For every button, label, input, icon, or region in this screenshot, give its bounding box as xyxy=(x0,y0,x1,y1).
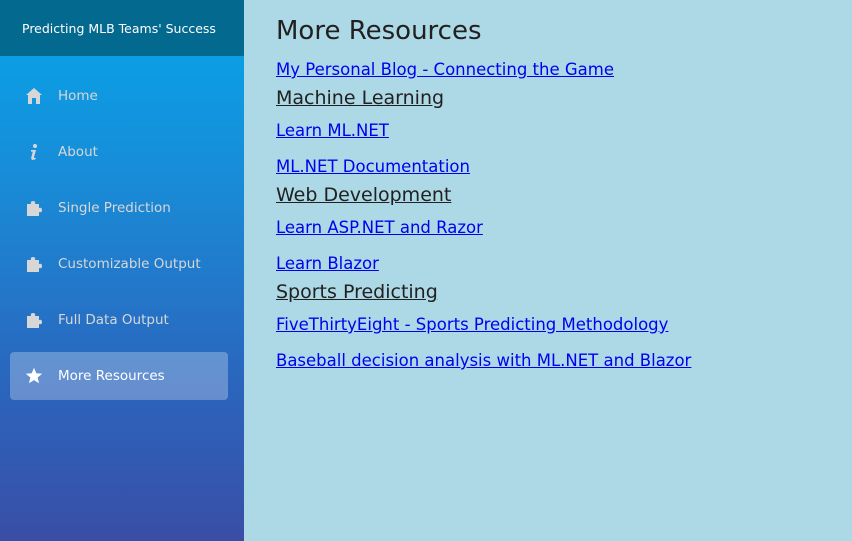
sidebar-item-about[interactable]: About xyxy=(10,128,228,176)
nav-menu: Home About Single Prediction Customizabl… xyxy=(0,56,244,400)
mlnet-docs-link[interactable]: ML.NET Documentation xyxy=(276,157,852,176)
blog-link[interactable]: My Personal Blog - Connecting the Game xyxy=(276,60,852,79)
app-root: Predicting MLB Teams' Success Home About xyxy=(0,0,852,541)
puzzle-icon xyxy=(24,198,44,218)
main-content: More Resources My Personal Blog - Connec… xyxy=(244,0,852,541)
page-title: More Resources xyxy=(276,16,482,46)
sidebar-item-customizable-output[interactable]: Customizable Output xyxy=(10,240,228,288)
app-title[interactable]: Predicting MLB Teams' Success xyxy=(22,21,216,36)
puzzle-icon xyxy=(24,254,44,274)
sidebar-item-label: Single Prediction xyxy=(58,200,171,216)
learn-mlnet-link[interactable]: Learn ML.NET xyxy=(276,121,852,140)
section-heading-machine-learning: Machine Learning xyxy=(276,87,445,109)
sidebar-item-label: More Resources xyxy=(58,368,165,384)
sidebar-item-label: Full Data Output xyxy=(58,312,169,328)
learn-aspnet-razor-link[interactable]: Learn ASP.NET and Razor xyxy=(276,218,852,237)
sidebar-item-label: Customizable Output xyxy=(58,256,201,272)
sidebar-item-single-prediction[interactable]: Single Prediction xyxy=(10,184,228,232)
sidebar-item-label: Home xyxy=(58,88,98,104)
baseball-analysis-link[interactable]: Baseball decision analysis with ML.NET a… xyxy=(276,351,852,370)
section-heading-web-development: Web Development xyxy=(276,184,452,206)
section-heading-sports-predicting: Sports Predicting xyxy=(276,281,438,303)
learn-blazor-link[interactable]: Learn Blazor xyxy=(276,254,852,273)
info-icon xyxy=(24,142,44,162)
sidebar-item-full-data-output[interactable]: Full Data Output xyxy=(10,296,228,344)
sidebar-item-more-resources[interactable]: More Resources xyxy=(10,352,228,400)
brand-bar: Predicting MLB Teams' Success xyxy=(0,0,244,56)
star-icon xyxy=(24,366,44,386)
sidebar: Predicting MLB Teams' Success Home About xyxy=(0,0,244,541)
fivethirtyeight-link[interactable]: FiveThirtyEight - Sports Predicting Meth… xyxy=(276,315,852,334)
home-icon xyxy=(24,86,44,106)
sidebar-item-home[interactable]: Home xyxy=(10,72,228,120)
sidebar-item-label: About xyxy=(58,144,98,160)
puzzle-icon xyxy=(24,310,44,330)
